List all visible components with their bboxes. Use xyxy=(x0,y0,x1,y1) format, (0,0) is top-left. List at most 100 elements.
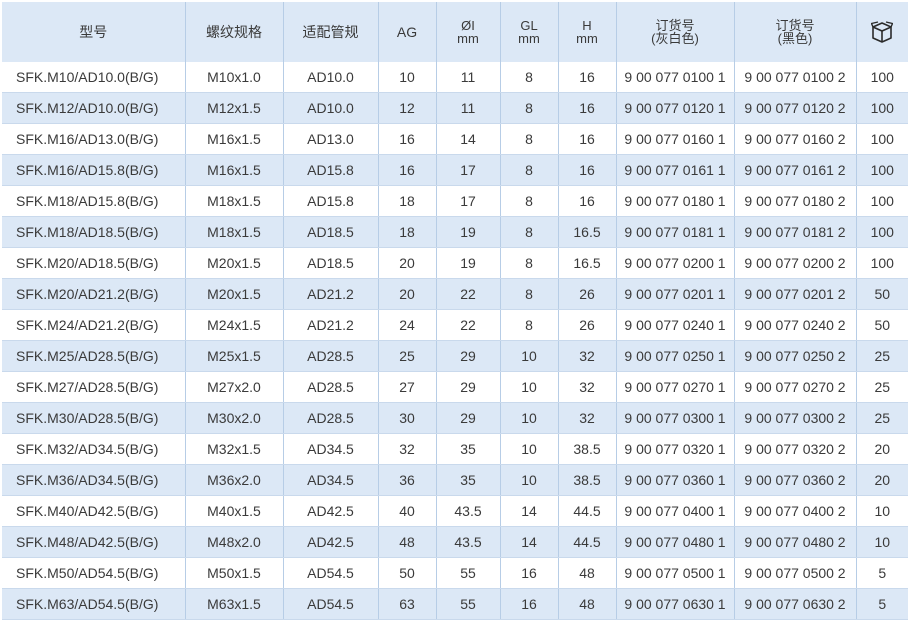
cell-package-qty: 100 xyxy=(856,216,908,248)
cell-package-qty: 25 xyxy=(856,371,908,403)
header-model: 型号 xyxy=(2,2,186,62)
cell-conduit-spec: AD42.5 xyxy=(283,495,379,527)
cell-conduit-spec: AD34.5 xyxy=(283,433,379,465)
cell-thread-spec: M36x2.0 xyxy=(185,464,284,496)
cell-h: 26 xyxy=(558,309,617,341)
cell-thread-spec: M18x1.5 xyxy=(185,185,284,217)
cell-thread-spec: M30x2.0 xyxy=(185,402,284,434)
table-header: 型号 螺纹规格 适配管规 AG ØI mm GL mm H mm 订货号 (灰白… xyxy=(2,2,908,62)
cell-inner-diameter: 55 xyxy=(436,588,501,620)
cell-model: SFK.M12/AD10.0(B/G) xyxy=(2,92,186,124)
header-inner-diameter-unit: mm xyxy=(457,31,479,46)
cell-ag: 16 xyxy=(378,123,437,155)
cell-order-grey: 9 00 077 0160 1 xyxy=(616,123,735,155)
cell-thread-spec: M32x1.5 xyxy=(185,433,284,465)
cell-order-grey: 9 00 077 0500 1 xyxy=(616,557,735,589)
cell-thread-spec: M12x1.5 xyxy=(185,92,284,124)
cell-package-qty: 5 xyxy=(856,588,908,620)
cell-thread-spec: M40x1.5 xyxy=(185,495,284,527)
cell-model: SFK.M25/AD28.5(B/G) xyxy=(2,340,186,372)
cell-ag: 50 xyxy=(378,557,437,589)
table-row: SFK.M24/AD21.2(B/G) M24x1.5 AD21.2 24 22 8 26 9… xyxy=(2,309,908,341)
cell-model: SFK.M40/AD42.5(B/G) xyxy=(2,495,186,527)
box-icon xyxy=(871,21,894,43)
cell-inner-diameter: 43.5 xyxy=(436,495,501,527)
cell-inner-diameter: 29 xyxy=(436,371,501,403)
cell-inner-diameter: 55 xyxy=(436,557,501,589)
cell-ag: 18 xyxy=(378,185,437,217)
table-row: SFK.M40/AD42.5(B/G) M40x1.5 AD42.5 40 43.5 14… xyxy=(2,495,908,527)
cell-model: SFK.M20/AD21.2(B/G) xyxy=(2,278,186,310)
cell-model: SFK.M27/AD28.5(B/G) xyxy=(2,371,186,403)
cell-gl: 10 xyxy=(500,402,559,434)
cell-conduit-spec: AD34.5 xyxy=(283,464,379,496)
cell-order-black: 9 00 077 0360 2 xyxy=(734,464,857,496)
cell-inner-diameter: 19 xyxy=(436,216,501,248)
cell-ag: 20 xyxy=(378,278,437,310)
cell-conduit-spec: AD21.2 xyxy=(283,309,379,341)
cell-conduit-spec: AD28.5 xyxy=(283,371,379,403)
cell-gl: 8 xyxy=(500,278,559,310)
table-row: SFK.M48/AD42.5(B/G) M48x2.0 AD42.5 48 43.5 14… xyxy=(2,526,908,558)
cell-order-grey: 9 00 077 0180 1 xyxy=(616,185,735,217)
cell-gl: 14 xyxy=(500,526,559,558)
cell-model: SFK.M50/AD54.5(B/G) xyxy=(2,557,186,589)
table-row: SFK.M30/AD28.5(B/G) M30x2.0 AD28.5 30 29 10 32… xyxy=(2,402,908,434)
cell-order-grey: 9 00 077 0161 1 xyxy=(616,154,735,186)
table-row: SFK.M50/AD54.5(B/G) M50x1.5 AD54.5 50 55 16 48… xyxy=(2,557,908,589)
table-row: SFK.M10/AD10.0(B/G) M10x1.0 AD10.0 10 11 8 16 9… xyxy=(2,62,908,93)
cell-package-qty: 10 xyxy=(856,526,908,558)
cell-conduit-spec: AD15.8 xyxy=(283,154,379,186)
cell-h: 26 xyxy=(558,278,617,310)
cell-order-grey: 9 00 077 0250 1 xyxy=(616,340,735,372)
cell-thread-spec: M10x1.0 xyxy=(185,62,284,93)
cell-ag: 24 xyxy=(378,309,437,341)
cell-gl: 8 xyxy=(500,247,559,279)
cell-ag: 12 xyxy=(378,92,437,124)
cell-order-grey: 9 00 077 0480 1 xyxy=(616,526,735,558)
cell-conduit-spec: AD28.5 xyxy=(283,340,379,372)
cell-h: 16.5 xyxy=(558,216,617,248)
cell-order-black: 9 00 077 0500 2 xyxy=(734,557,857,589)
cell-package-qty: 5 xyxy=(856,557,908,589)
header-thread-spec: 螺纹规格 xyxy=(185,2,284,62)
cell-order-black: 9 00 077 0270 2 xyxy=(734,371,857,403)
cell-model: SFK.M16/AD13.0(B/G) xyxy=(2,123,186,155)
cell-h: 32 xyxy=(558,402,617,434)
cell-model: SFK.M48/AD42.5(B/G) xyxy=(2,526,186,558)
cell-order-black: 9 00 077 0120 2 xyxy=(734,92,857,124)
header-h: H mm xyxy=(558,2,617,62)
cell-order-grey: 9 00 077 0181 1 xyxy=(616,216,735,248)
header-gl: GL mm xyxy=(500,2,559,62)
cell-package-qty: 50 xyxy=(856,278,908,310)
cell-thread-spec: M24x1.5 xyxy=(185,309,284,341)
cell-order-grey: 9 00 077 0320 1 xyxy=(616,433,735,465)
cell-conduit-spec: AD18.5 xyxy=(283,216,379,248)
cell-h: 48 xyxy=(558,588,617,620)
cell-h: 16 xyxy=(558,185,617,217)
cell-package-qty: 50 xyxy=(856,309,908,341)
cell-model: SFK.M32/AD34.5(B/G) xyxy=(2,433,186,465)
cell-inner-diameter: 29 xyxy=(436,402,501,434)
cell-model: SFK.M16/AD15.8(B/G) xyxy=(2,154,186,186)
cell-h: 32 xyxy=(558,371,617,403)
table-row: SFK.M32/AD34.5(B/G) M32x1.5 AD34.5 32 35 10 38… xyxy=(2,433,908,465)
cell-inner-diameter: 17 xyxy=(436,185,501,217)
header-gl-unit: mm xyxy=(518,31,540,46)
cell-package-qty: 20 xyxy=(856,464,908,496)
header-ag: AG xyxy=(378,2,437,62)
table-body: SFK.M10/AD10.0(B/G) M10x1.0 AD10.0 10 11 8 16 9… xyxy=(2,62,908,620)
cell-gl: 8 xyxy=(500,92,559,124)
table-row: SFK.M18/AD18.5(B/G) M18x1.5 AD18.5 18 19 8 16.… xyxy=(2,216,908,248)
header-conduit-spec: 适配管规 xyxy=(283,2,379,62)
cell-h: 16 xyxy=(558,123,617,155)
cell-thread-spec: M27x2.0 xyxy=(185,371,284,403)
cell-model: SFK.M18/AD15.8(B/G) xyxy=(2,185,186,217)
cell-ag: 30 xyxy=(378,402,437,434)
cell-order-grey: 9 00 077 0630 1 xyxy=(616,588,735,620)
cell-gl: 8 xyxy=(500,154,559,186)
cell-package-qty: 10 xyxy=(856,495,908,527)
cell-model: SFK.M30/AD28.5(B/G) xyxy=(2,402,186,434)
cell-gl: 10 xyxy=(500,433,559,465)
table-row: SFK.M20/AD21.2(B/G) M20x1.5 AD21.2 20 22 8 26 9… xyxy=(2,278,908,310)
